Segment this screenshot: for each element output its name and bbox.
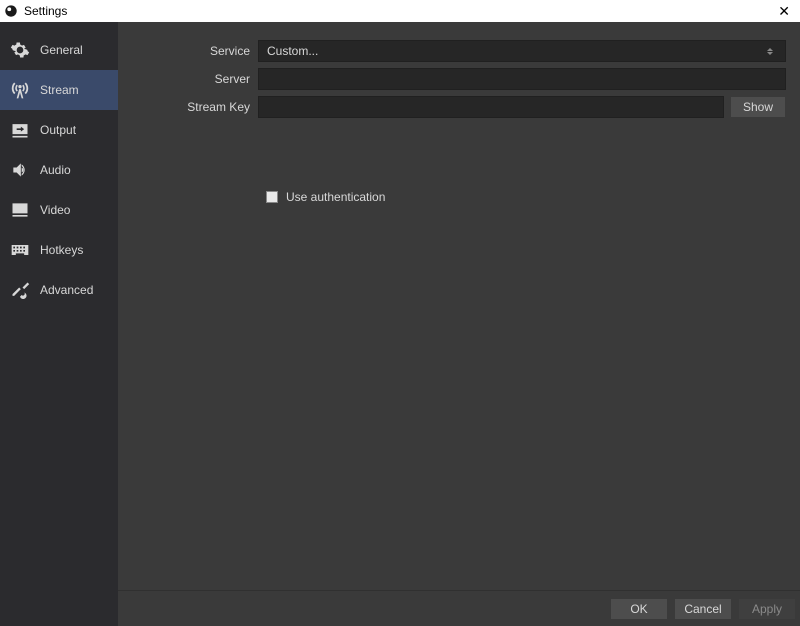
titlebar-left: Settings: [4, 4, 67, 18]
service-row: Service Custom...: [128, 40, 786, 62]
show-button[interactable]: Show: [730, 96, 786, 118]
sidebar-item-advanced[interactable]: Advanced: [0, 270, 118, 310]
use-authentication-label: Use authentication: [286, 190, 385, 204]
app-icon: [4, 4, 18, 18]
sidebar-item-video[interactable]: Video: [0, 190, 118, 230]
apply-button[interactable]: Apply: [738, 598, 796, 620]
sidebar-item-output[interactable]: Output: [0, 110, 118, 150]
sidebar-item-stream[interactable]: Stream: [0, 70, 118, 110]
stream-key-label: Stream Key: [128, 100, 258, 114]
tools-icon: [10, 280, 30, 300]
main-panel: Service Custom... Server: [118, 22, 800, 626]
output-icon: [10, 120, 30, 140]
sidebar-item-label: Advanced: [40, 283, 93, 297]
sidebar-item-label: Video: [40, 203, 70, 217]
sidebar-item-general[interactable]: General: [0, 30, 118, 70]
antenna-icon: [10, 80, 30, 100]
sidebar: General Stream Output Audio: [0, 22, 118, 626]
settings-window: Settings ✕ General Stream Out: [0, 0, 800, 626]
speaker-icon: [10, 160, 30, 180]
sidebar-item-hotkeys[interactable]: Hotkeys: [0, 230, 118, 270]
use-authentication-checkbox[interactable]: [266, 191, 278, 203]
updown-icon: [763, 48, 777, 55]
sidebar-item-label: Audio: [40, 163, 71, 177]
sidebar-item-label: Hotkeys: [40, 243, 83, 257]
cancel-button[interactable]: Cancel: [674, 598, 732, 620]
service-label: Service: [128, 44, 258, 58]
gear-icon: [10, 40, 30, 60]
sidebar-item-label: General: [40, 43, 83, 57]
window-title: Settings: [24, 4, 67, 18]
stream-key-input[interactable]: [258, 96, 724, 118]
stream-settings-form: Service Custom... Server: [118, 22, 800, 590]
monitor-icon: [10, 200, 30, 220]
service-select-value: Custom...: [267, 44, 318, 58]
sidebar-item-label: Output: [40, 123, 76, 137]
sidebar-item-audio[interactable]: Audio: [0, 150, 118, 190]
app-body: General Stream Output Audio: [0, 22, 800, 626]
use-authentication-row: Use authentication: [266, 190, 786, 204]
titlebar: Settings ✕: [0, 0, 800, 22]
service-select[interactable]: Custom...: [258, 40, 786, 62]
server-label: Server: [128, 72, 258, 86]
sidebar-item-label: Stream: [40, 83, 79, 97]
dialog-footer: OK Cancel Apply: [118, 590, 800, 626]
server-row: Server: [128, 68, 786, 90]
close-icon[interactable]: ✕: [772, 4, 796, 18]
server-input[interactable]: [258, 68, 786, 90]
stream-key-row: Stream Key Show: [128, 96, 786, 118]
ok-button[interactable]: OK: [610, 598, 668, 620]
keyboard-icon: [10, 240, 30, 260]
